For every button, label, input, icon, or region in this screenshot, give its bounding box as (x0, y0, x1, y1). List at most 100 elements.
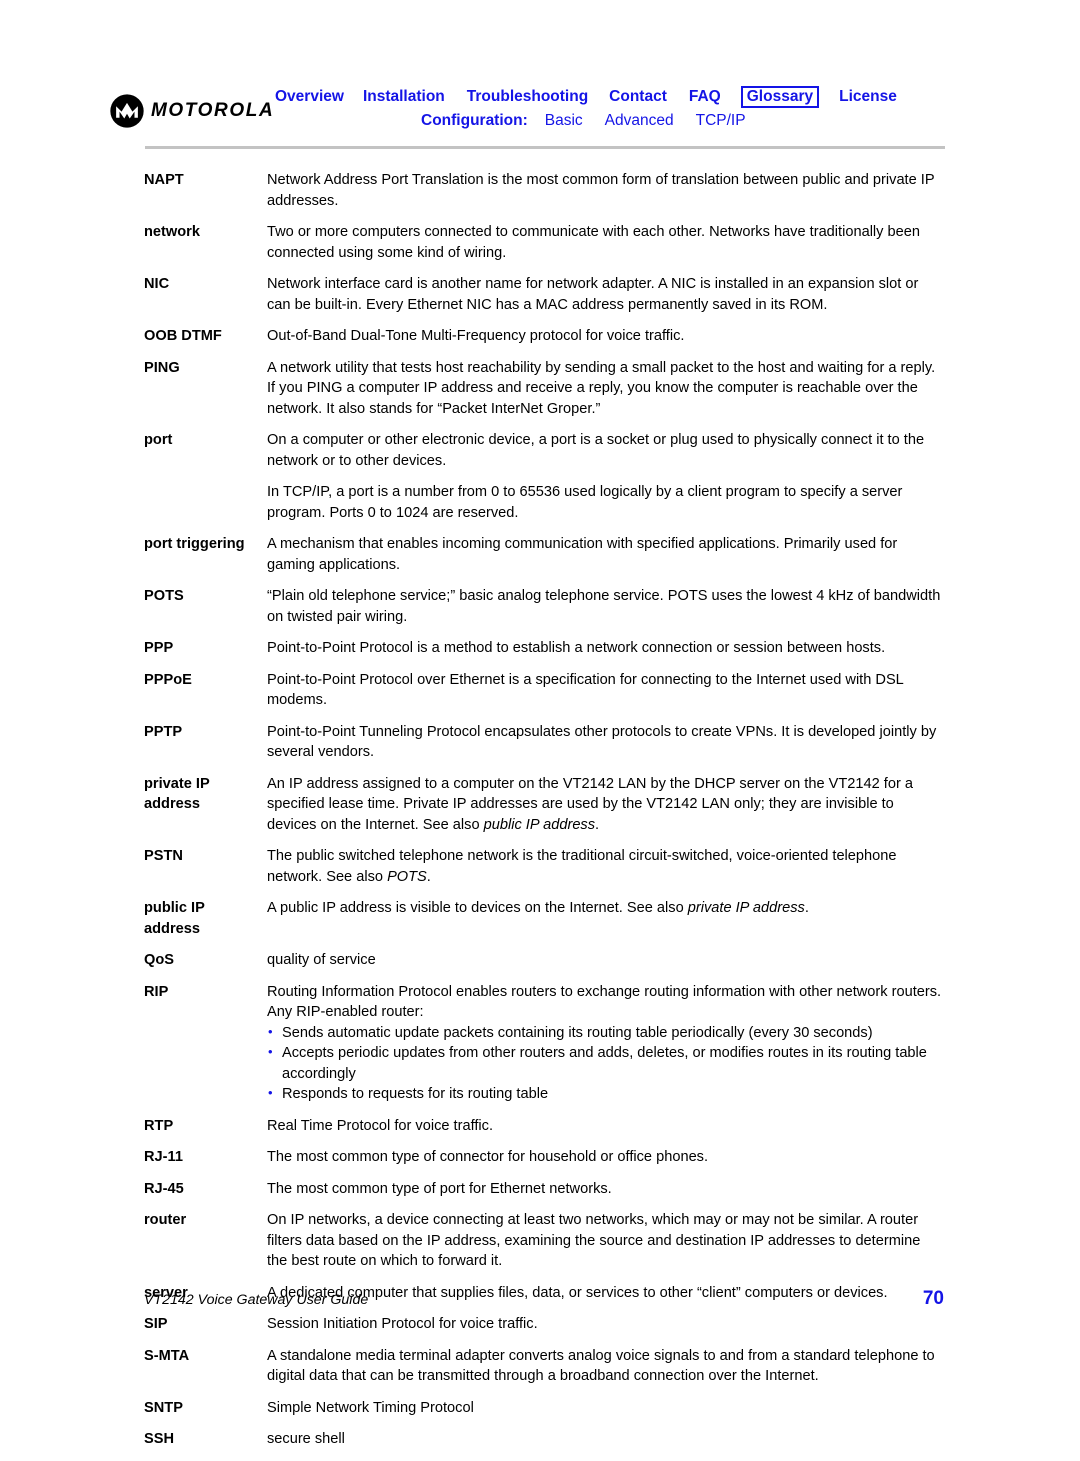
glossary-definition: Real Time Protocol for voice traffic. (267, 1116, 944, 1137)
glossary-entry: POTS “Plain old telephone service;” basic… (144, 586, 944, 627)
glossary-entry: RTP Real Time Protocol for voice traffic. (144, 1116, 944, 1137)
glossary-term: private IP address (144, 775, 210, 813)
definition-paragraph: Simple Network Timing Protocol (267, 1399, 474, 1416)
glossary-entry: NAPT Network Address Port Translation is … (144, 170, 944, 211)
glossary-term: PSTN (144, 848, 183, 864)
glossary-term: public IP address (144, 900, 205, 937)
glossary-definition: Simple Network Timing Protocol (267, 1398, 944, 1419)
glossary-entry: RJ-11 The most common type of connector f… (144, 1147, 944, 1168)
motorola-logo: MOTOROLA (110, 94, 274, 128)
glossary-definition: An IP address assigned to a computer on … (267, 774, 944, 836)
glossary-entry: PPPoE Point-to-Point Protocol over Ethern… (144, 670, 944, 711)
document-page: MOTOROLA Overview Installation Troublesh… (0, 0, 1080, 1447)
nav-item-basic[interactable]: Basic (545, 112, 583, 130)
glossary-definition: Point-to-Point Protocol is a method to e… (267, 638, 944, 659)
glossary-definition: Routing Information Protocol enables rou… (267, 982, 944, 1105)
glossary-term: router (144, 1212, 187, 1228)
glossary-term: port (144, 432, 173, 448)
nav-item-license[interactable]: License (839, 88, 897, 106)
glossary-term: OOB DTMF (144, 328, 222, 344)
glossary-term: RTP (144, 1117, 174, 1134)
glossary-definition: A network utility that tests host reacha… (267, 358, 944, 420)
nav-item-tcpip[interactable]: TCP/IP (696, 112, 746, 130)
glossary-term: PPPoE (144, 671, 192, 688)
glossary-entry: network Two or more computers connected t… (144, 222, 944, 263)
glossary-term: SSH (144, 1431, 175, 1447)
definition-paragraph: Point-to-Point Tunneling Protocol encaps… (267, 723, 937, 761)
definition-paragraph: A standalone media terminal adapter conv… (267, 1347, 935, 1385)
nav-item-troubleshooting[interactable]: Troubleshooting (467, 88, 588, 106)
glossary-definition: The public switched telephone network is… (267, 846, 944, 887)
glossary-definition: Out-of-Band Dual-Tone Multi-Frequency pr… (267, 326, 944, 347)
definition-paragraph: Real Time Protocol for voice traffic. (267, 1117, 494, 1134)
glossary-definition: secure shell (267, 1429, 944, 1450)
definition-paragraph: Routing Information Protocol enables rou… (267, 983, 942, 1021)
glossary-term: port triggering (144, 536, 245, 552)
glossary-term: SNTP (144, 1399, 183, 1416)
definition-paragraph: Point-to-Point Protocol over Ethernet is… (267, 671, 904, 709)
definition-bullet-item: Sends automatic update packets containin… (267, 1022, 944, 1044)
nav-configuration-label: Configuration: (421, 112, 528, 129)
definition-paragraph: Point-to-Point Protocol is a method to e… (267, 640, 886, 656)
nav-item-advanced[interactable]: Advanced (605, 112, 674, 130)
glossary-entry: public IP address A public IP address is … (144, 898, 944, 939)
glossary-entry: S-MTA A standalone media terminal adapter… (144, 1346, 944, 1387)
glossary-definition: Point-to-Point Tunneling Protocol encaps… (267, 722, 944, 763)
glossary-definition-list: NAPT Network Address Port Translation is … (144, 170, 944, 1461)
definition-paragraph: The public switched telephone network is… (267, 848, 897, 885)
glossary-entry: RJ-45 The most common type of port for Et… (144, 1179, 944, 1200)
glossary-term: POTS (144, 588, 184, 604)
nav-item-contact[interactable]: Contact (609, 88, 667, 106)
nav-primary-row: Overview Installation Troubleshooting Co… (275, 86, 950, 112)
glossary-term: network (144, 224, 200, 240)
glossary-entry: port triggering A mechanism that enables … (144, 534, 944, 575)
glossary-term: QoS (144, 952, 174, 968)
glossary-entry: OOB DTMF Out-of-Band Dual-Tone Multi-Freq… (144, 326, 944, 347)
nav-configuration-row: Configuration: Basic Advanced TCP/IP (275, 112, 950, 138)
definition-paragraph: A public IP address is visible to device… (267, 900, 809, 916)
definition-paragraph: On IP networks, a device connecting at l… (267, 1212, 921, 1269)
glossary-definition: On IP networks, a device connecting at l… (267, 1210, 944, 1272)
page-footer: VT2142 Voice Gateway User Guide 70 (144, 1288, 944, 1310)
definition-paragraph: In TCP/IP, a port is a number from 0 to … (267, 484, 903, 521)
glossary-definition: quality of service (267, 950, 944, 971)
glossary-term: NAPT (144, 172, 184, 188)
definition-paragraph: A mechanism that enables incoming commun… (267, 536, 898, 573)
glossary-definition: A public IP address is visible to device… (267, 898, 944, 919)
header-divider (145, 146, 945, 149)
glossary-term: RJ-45 (144, 1180, 184, 1197)
glossary-entry: NIC Network interface card is another nam… (144, 274, 944, 315)
glossary-definition: Network interface card is another name f… (267, 274, 944, 315)
definition-paragraph: Network Address Port Translation is the … (267, 172, 935, 209)
glossary-entry: SNTP Simple Network Timing Protocol (144, 1398, 944, 1419)
glossary-term: PPTP (144, 723, 183, 740)
glossary-term: SIP (144, 1316, 168, 1332)
glossary-term: NIC (144, 276, 170, 292)
glossary-entry: SIP Session Initiation Protocol for voice… (144, 1314, 944, 1335)
definition-paragraph: The most common type of port for Etherne… (267, 1180, 612, 1197)
nav-item-installation[interactable]: Installation (363, 88, 445, 106)
definition-bullet-item: Responds to requests for its routing tab… (267, 1083, 944, 1105)
nav-item-glossary[interactable]: Glossary (740, 86, 820, 108)
glossary-term: RJ-11 (144, 1149, 183, 1165)
glossary-definition: Network Address Port Translation is the … (267, 170, 944, 211)
footer-page-number: 70 (922, 1288, 944, 1309)
definition-paragraph: An IP address assigned to a computer on … (267, 775, 914, 833)
nav-item-faq[interactable]: FAQ (689, 88, 721, 106)
nav-item-overview[interactable]: Overview (275, 88, 344, 106)
definition-paragraph: On a computer or other electronic device… (267, 432, 925, 469)
definition-paragraph: The most common type of connector for ho… (267, 1149, 709, 1165)
glossary-term: RIP (144, 983, 169, 1000)
motorola-batwing-logo-icon (110, 94, 144, 128)
glossary-entry: QoS quality of service (144, 950, 944, 971)
definition-paragraph: secure shell (267, 1431, 345, 1447)
motorola-wordmark: MOTOROLA (151, 100, 275, 121)
glossary-entry: port On a computer or other electronic de… (144, 430, 944, 523)
glossary-definition: The most common type of connector for ho… (267, 1147, 944, 1168)
glossary-definition: A standalone media terminal adapter conv… (267, 1346, 944, 1387)
glossary-term: PING (144, 359, 180, 376)
definition-paragraph: Out-of-Band Dual-Tone Multi-Frequency pr… (267, 328, 685, 344)
glossary-definition: Two or more computers connected to commu… (267, 222, 944, 263)
definition-paragraph: Two or more computers connected to commu… (267, 224, 920, 261)
glossary-entry: PPP Point-to-Point Protocol is a method t… (144, 638, 944, 659)
